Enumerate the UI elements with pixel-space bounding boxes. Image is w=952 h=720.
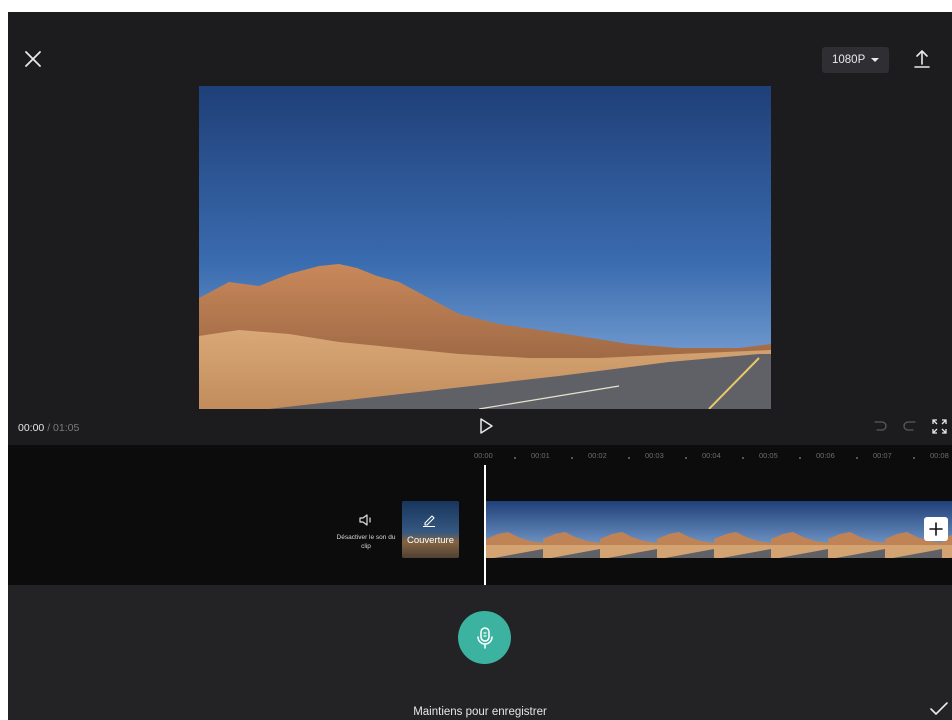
- speaker-icon: [359, 514, 371, 526]
- cover-label: Couverture: [407, 535, 454, 546]
- ruler-dot: [856, 457, 858, 459]
- cover-thumbnail: [402, 501, 459, 558]
- ruler-tick: 00:06: [816, 451, 835, 460]
- record-button[interactable]: [458, 611, 511, 664]
- plus-icon: [929, 522, 943, 536]
- ruler-dot: [571, 457, 573, 459]
- fullscreen-icon[interactable]: [932, 419, 947, 434]
- ruler-tick: 00:03: [645, 451, 664, 460]
- time-display: 00:00 / 01:05: [18, 422, 79, 434]
- checkmark-icon[interactable]: [930, 702, 948, 716]
- clip-frame: [828, 501, 885, 558]
- mute-clip-button[interactable]: Désactiver le son du clip: [336, 513, 396, 551]
- clip-frame: [486, 501, 543, 558]
- undo-icon[interactable]: [872, 419, 888, 435]
- video-editor-app: 1080P 00:00 / 01:05 00:00 00:01 00:02 00…: [8, 12, 952, 720]
- ruler-dot: [685, 457, 687, 459]
- clip-frame: [543, 501, 600, 558]
- ruler-tick: 00:01: [531, 451, 550, 460]
- play-icon[interactable]: [478, 417, 494, 435]
- ruler-tick: 00:07: [873, 451, 892, 460]
- time-separator: /: [44, 422, 54, 434]
- clip-frame: [771, 501, 828, 558]
- ruler-tick: 00:02: [588, 451, 607, 460]
- total-time: 01:05: [53, 422, 80, 434]
- mute-clip-label: Désactiver le son du clip: [336, 534, 396, 550]
- ruler-tick: 00:00: [474, 451, 493, 460]
- record-hint: Maintiens pour enregistrer: [413, 706, 547, 718]
- microphone-icon: [476, 626, 493, 649]
- add-clip-button[interactable]: [924, 517, 948, 541]
- clip-frame: [714, 501, 771, 558]
- clip-frame: [600, 501, 657, 558]
- clip-track[interactable]: [486, 501, 952, 558]
- video-preview[interactable]: [199, 86, 771, 409]
- time-ruler: 00:00 00:01 00:02 00:03 00:04 00:05 00:06 00:07…: [8, 445, 952, 469]
- ruler-tick: 00:04: [702, 451, 721, 460]
- close-icon[interactable]: [22, 48, 44, 70]
- export-icon[interactable]: [912, 48, 932, 70]
- ruler-tick: 00:08: [930, 451, 949, 460]
- ruler-dot: [913, 457, 915, 459]
- pencil-icon: [423, 515, 435, 527]
- ruler-tick: 00:05: [759, 451, 778, 460]
- resolution-button[interactable]: 1080P: [822, 47, 890, 73]
- timeline[interactable]: 00:00 00:01 00:02 00:03 00:04 00:05 00:06 00:07…: [8, 445, 952, 585]
- resolution-label: 1080P: [832, 54, 866, 66]
- ruler-dot: [742, 457, 744, 459]
- playhead[interactable]: [484, 465, 486, 585]
- ruler-dot: [628, 457, 630, 459]
- cover-button[interactable]: Couverture: [402, 501, 459, 558]
- record-panel: Maintiens pour enregistrer: [8, 585, 952, 720]
- ruler-dot: [799, 457, 801, 459]
- ruler-dot: [514, 457, 516, 459]
- clip-frame: [657, 501, 714, 558]
- redo-icon[interactable]: [902, 419, 918, 435]
- preview-frame-image: [199, 86, 771, 409]
- current-time: 00:00: [18, 422, 45, 434]
- caret-down-icon: [871, 58, 880, 62]
